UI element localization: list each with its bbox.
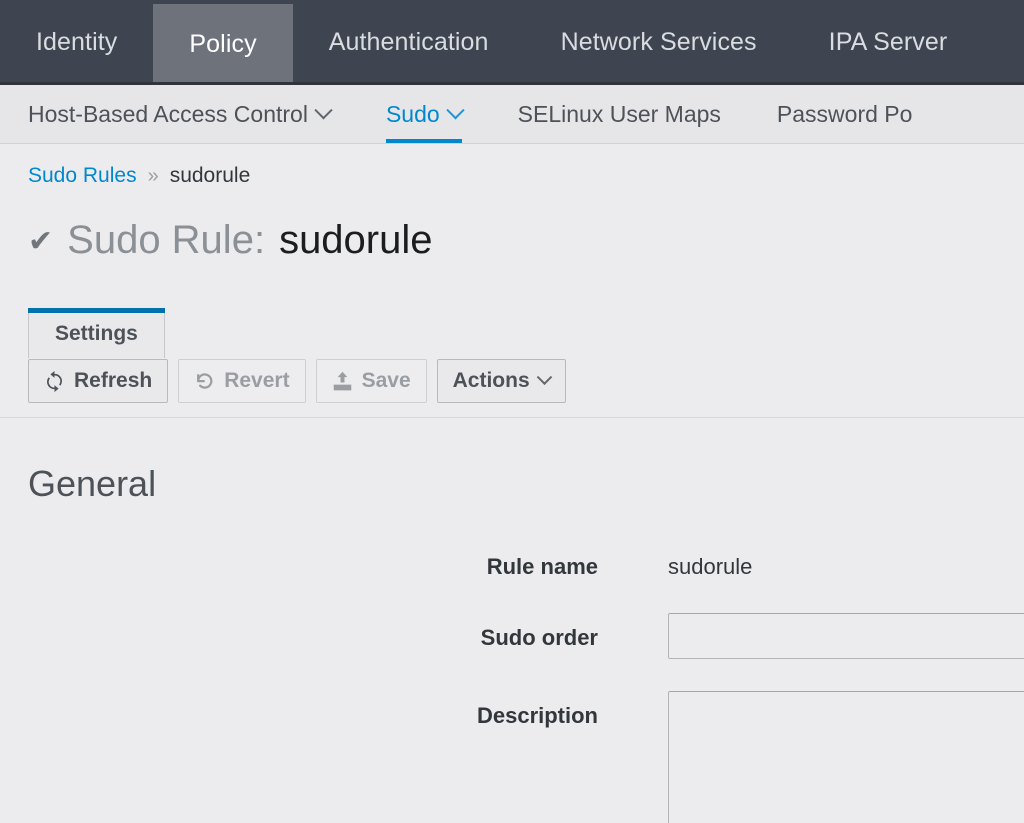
rule-name-label: Rule name [0,542,598,580]
nav-item-authentication[interactable]: Authentication [293,0,525,85]
page-title-prefix: Sudo Rule: [67,220,265,260]
refresh-icon [44,371,65,392]
sudo-order-input[interactable] [668,613,1024,659]
save-button[interactable]: Save [316,359,427,403]
page-title: ✔ Sudo Rule: sudorule [0,188,1024,260]
description-label: Description [0,691,598,729]
nav-item-label: Identity [36,30,117,55]
subnav-item-label: Password Po [777,101,913,128]
secondary-navbar: Host-Based Access Control Sudo SELinux U… [0,85,1024,144]
refresh-button-label: Refresh [74,369,152,393]
main-content: Sudo Rules » sudorule ✔ Sudo Rule: sudor… [0,144,1024,823]
form-row-description: Description [0,691,1024,823]
chevron-down-icon [446,101,464,119]
tab-bar: Settings [28,308,1024,358]
subnav-item-sudo[interactable]: Sudo [386,85,490,143]
page-title-name: sudorule [279,220,432,260]
rule-name-value: sudorule [668,542,1024,580]
sudo-order-label: Sudo order [0,613,598,651]
actions-dropdown-button[interactable]: Actions [437,359,566,403]
chevron-down-icon [314,101,332,119]
revert-button-label: Revert [224,369,289,393]
general-form: Rule name sudorule Sudo order Descriptio… [0,502,1024,823]
nav-item-network-services[interactable]: Network Services [525,0,793,85]
nav-item-identity[interactable]: Identity [0,0,153,85]
nav-item-label: IPA Server [829,30,948,55]
subnav-item-selinux-user-maps[interactable]: SELinux User Maps [518,85,749,143]
save-button-label: Save [362,369,411,393]
description-field [598,691,1024,823]
sudo-order-field [598,613,1024,659]
breadcrumb: Sudo Rules » sudorule [0,144,1024,188]
nav-item-label: Policy [189,32,256,57]
upload-icon [332,371,353,392]
subnav-item-host-based-access-control[interactable]: Host-Based Access Control [28,85,358,143]
form-row-sudo-order: Sudo order [0,613,1024,659]
action-toolbar: Refresh Revert Save Actions [0,359,1024,418]
primary-navbar: Identity Policy Authentication Network S… [0,0,1024,85]
form-row-rule-name: Rule name sudorule [0,542,1024,580]
rule-name-field: sudorule [598,542,1024,580]
check-icon: ✔ [28,227,53,257]
subnav-item-label: Sudo [386,101,440,128]
breadcrumb-separator-icon: » [148,165,159,188]
breadcrumb-current: sudorule [170,164,251,188]
nav-item-ipa-server[interactable]: IPA Server [793,0,984,85]
actions-button-label: Actions [453,369,530,393]
tab-settings[interactable]: Settings [28,308,165,358]
subnav-item-password-policies[interactable]: Password Po [777,85,941,143]
breadcrumb-link-sudo-rules[interactable]: Sudo Rules [28,164,137,188]
refresh-button[interactable]: Refresh [28,359,168,403]
nav-item-label: Network Services [561,30,757,55]
revert-button[interactable]: Revert [178,359,305,403]
description-textarea[interactable] [668,691,1024,823]
subnav-item-label: Host-Based Access Control [28,101,308,128]
tab-label: Settings [55,322,138,345]
nav-item-label: Authentication [329,30,489,55]
revert-icon [194,371,215,392]
section-title-general: General [0,418,1024,502]
nav-item-policy[interactable]: Policy [153,4,292,85]
subnav-item-label: SELinux User Maps [518,101,721,128]
chevron-down-icon [536,369,552,385]
